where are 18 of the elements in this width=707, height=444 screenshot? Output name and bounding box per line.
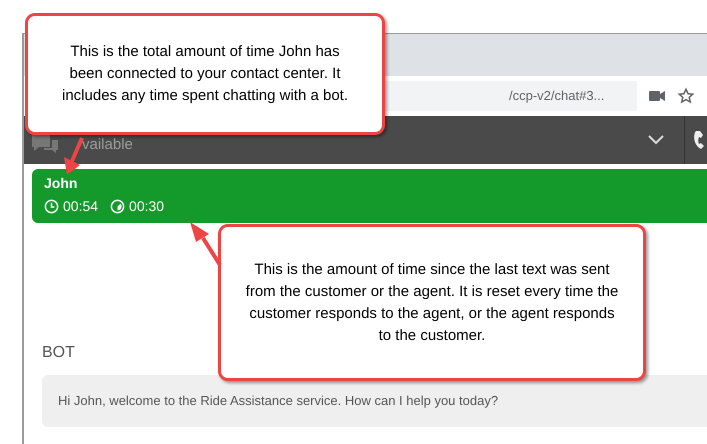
arrow (190, 222, 222, 266)
star-icon[interactable] (677, 87, 695, 105)
timer-icon (110, 199, 126, 214)
contact-name: John (44, 174, 78, 193)
camera-icon[interactable] (649, 90, 665, 102)
phone-icon[interactable] (693, 130, 707, 150)
total-time: 00:54 (63, 197, 98, 216)
clock-icon (44, 199, 59, 214)
status-label: vailable (82, 134, 133, 155)
sender-label: BOT (42, 343, 75, 363)
arrow (64, 137, 84, 175)
callout-tooltip: This is the amount of time since the last text was sent from the customer or the agent. It is reset every time the customer responds to the agent, or the agent responds to the customer. (218, 224, 646, 381)
message-bubble: Hi John, welcome to the Ride Assistance service. How can I help you today? (42, 375, 707, 427)
contact-card[interactable]: John 00:54 00:30 (32, 169, 707, 223)
chevron-down-icon[interactable] (648, 135, 664, 145)
chat-bubbles-icon (32, 135, 58, 153)
last-text-time: 00:30 (129, 197, 164, 216)
callout-tooltip: This is the total amount of time John has been connected to your contact center. It includes any time spent chatting with a bot. (25, 13, 385, 135)
